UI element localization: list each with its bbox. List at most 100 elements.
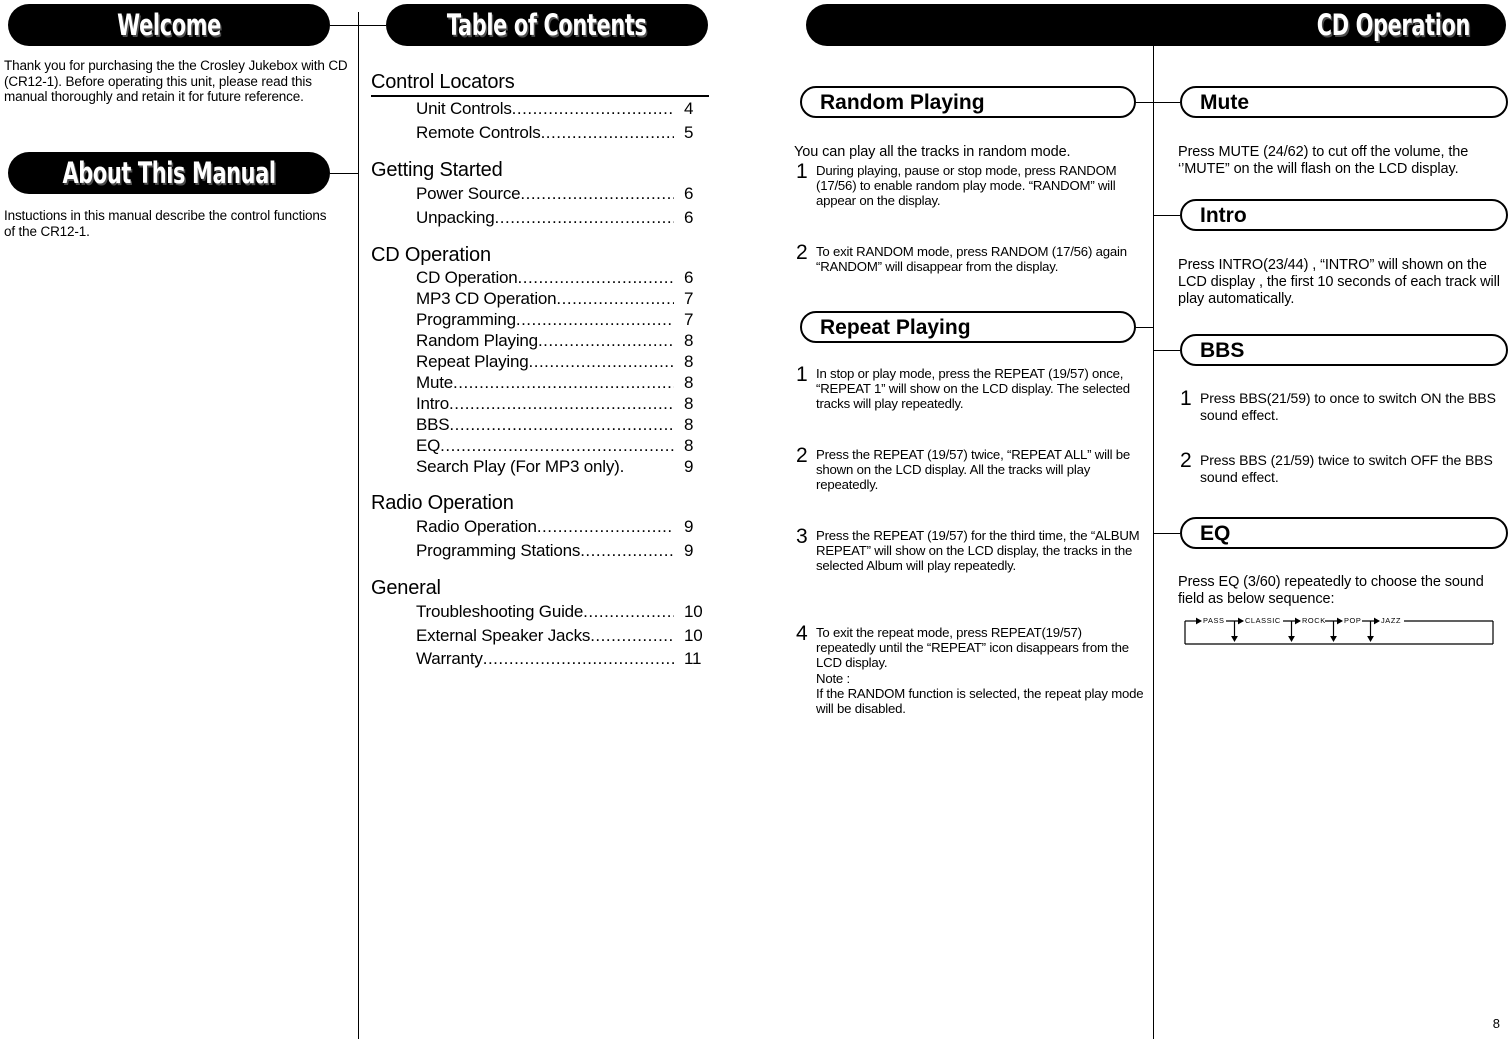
toc-group-heading: CD Operation: [371, 244, 491, 266]
toc-group: Radio Operation Radio Operation..........…: [371, 491, 711, 562]
toc-entry[interactable]: BBS.....................................…: [371, 414, 711, 435]
toc-entry-label: Troubleshooting Guide: [416, 602, 584, 621]
connector-mute: [1153, 102, 1180, 103]
section-header-bbs-text: BBS: [1200, 338, 1245, 362]
toc-entry-leader-dots: ........................................…: [494, 207, 674, 227]
toc-entry-label: Unit Controls: [416, 99, 512, 118]
toc-entry-label: CD Operation: [416, 268, 518, 287]
connector-welcome: [330, 25, 358, 26]
toc-entry-page-number: 9: [684, 457, 694, 476]
toc-entry-leader-dots: ........................................…: [511, 99, 674, 118]
toc-entry-label: Programming: [416, 310, 516, 329]
toc-entry-label: Power Source: [416, 184, 521, 203]
toc-entry[interactable]: Mute....................................…: [371, 372, 711, 393]
toc-entry-page-number: 4: [684, 99, 694, 118]
toc-entry-page-number: 9: [684, 540, 694, 560]
toc-entry[interactable]: Warranty................................…: [371, 647, 711, 671]
step-text: To exit the repeat mode, press REPEAT(19…: [816, 625, 1144, 717]
welcome-body: Thank you for purchasing the the Crosley…: [4, 58, 348, 104]
toc-group: General Troubleshooting Guide............…: [371, 576, 711, 671]
toc-entry[interactable]: Repeat Playing..........................…: [371, 351, 711, 372]
step-text: In stop or play mode, press the REPEAT (…: [816, 366, 1130, 412]
toc-entry-label: Intro: [416, 394, 450, 413]
banner-cd-operation-text: CD Operation: [1317, 7, 1471, 42]
toc-entry[interactable]: Unit Controls...........................…: [371, 97, 711, 121]
toc-entry[interactable]: External Speaker Jacks..................…: [371, 624, 711, 648]
toc-entry[interactable]: Intro...................................…: [371, 393, 711, 414]
toc-entry-page-number: 6: [684, 207, 694, 227]
toc-entry[interactable]: EQ......................................…: [371, 435, 711, 456]
repeat-playing-step-2: 2 Press the REPEAT (19/57) twice, “REPEA…: [796, 445, 1144, 493]
toc-entry-leader-dots: ........................................…: [536, 517, 674, 536]
arrow-head-icon: [1231, 636, 1238, 642]
toc-entry[interactable]: Radio Operation.........................…: [371, 515, 711, 539]
toc-entry-page-number: 8: [684, 415, 694, 434]
step-number: 1: [796, 160, 808, 183]
section-header-random-playing: Random Playing: [800, 86, 1136, 118]
eq-sequence-label: JAZZ: [1381, 616, 1401, 625]
toc-entry[interactable]: Unpacking...............................…: [371, 206, 711, 230]
banner-about-this-manual: About This Manual: [8, 152, 330, 194]
toc-entry-page-number: 9: [684, 517, 694, 536]
banner-table-of-contents-text: Table of Contents: [447, 7, 647, 42]
step-text: To exit RANDOM mode, press RANDOM (17/56…: [816, 244, 1127, 275]
toc-entry[interactable]: MP3 CD Operation........................…: [371, 288, 711, 309]
step-text: Press BBS (21/59) twice to switch OFF th…: [1200, 452, 1493, 485]
toc-entry-label: BBS: [416, 415, 450, 434]
toc-entry-page-number: 8: [684, 373, 694, 392]
arrow-head-icon: [1288, 636, 1295, 642]
column-divider-right: [1153, 12, 1154, 1039]
toc-entry-label: Remote Controls: [416, 122, 541, 142]
toc-entry-leader-dots: ........................................…: [520, 184, 674, 203]
step-number: 4: [796, 622, 808, 645]
about-this-manual-body: Instuctions in this manual describe the …: [4, 208, 327, 239]
section-header-mute: Mute: [1180, 86, 1508, 118]
banner-table-of-contents: Table of Contents: [386, 4, 708, 46]
toc-entry-label: Radio Operation: [416, 517, 537, 536]
step-number: 1: [796, 363, 808, 386]
repeat-playing-step-1: 1 In stop or play mode, press the REPEAT…: [796, 363, 1144, 412]
toc-entry-page-number: 10: [684, 625, 703, 645]
toc-entry-label: Repeat Playing: [416, 352, 529, 371]
bbs-step-1: 1 Press BBS(21/59) to once to switch ON …: [1180, 388, 1508, 423]
toc-entry-label: EQ: [416, 436, 441, 455]
toc-entry[interactable]: Programming Stations....................…: [371, 539, 711, 563]
toc-entry-page-number: 6: [684, 184, 694, 203]
toc-entry-page-number: 8: [684, 331, 694, 350]
toc-entry-leader-dots: ........................................…: [440, 436, 674, 455]
column-divider-left: [358, 12, 359, 1039]
connector-random-playing: [1136, 102, 1154, 103]
page-number: 8: [1492, 1016, 1500, 1031]
banner-about-this-manual-text: About This Manual: [62, 155, 276, 190]
arrow-head-icon: [1374, 617, 1380, 625]
toc-entry[interactable]: CD Operation............................…: [371, 267, 711, 288]
banner-welcome: Welcome: [8, 4, 330, 46]
repeat-playing-step-4: 4 To exit the repeat mode, press REPEAT(…: [796, 622, 1144, 717]
bbs-step-2: 2 Press BBS (21/59) twice to switch OFF …: [1180, 449, 1508, 485]
step-text: Press BBS(21/59) to once to switch ON th…: [1200, 390, 1496, 423]
section-header-random-playing-text: Random Playing: [820, 90, 985, 114]
step-text: Press the REPEAT (19/57) for the third t…: [816, 528, 1140, 574]
step-number: 2: [1180, 449, 1192, 472]
toc-group-heading: Getting Started: [371, 159, 503, 181]
step-number: 3: [796, 525, 808, 548]
connector-intro: [1153, 215, 1180, 216]
toc-entry[interactable]: Programming.............................…: [371, 309, 711, 330]
toc-entry-leader-dots: ........................................…: [449, 394, 674, 413]
toc-entry[interactable]: Troubleshooting Guide...................…: [371, 600, 711, 624]
toc-entry[interactable]: Remote Controls.........................…: [371, 121, 711, 145]
toc-entry-page-number: 8: [684, 436, 694, 455]
toc-entry[interactable]: Power Source............................…: [371, 182, 711, 206]
banner-cd-operation: CD Operation: [806, 4, 1506, 46]
toc-entry-leader-dots: ........................................…: [528, 352, 675, 371]
section-header-intro: Intro: [1180, 199, 1508, 231]
section-header-intro-text: Intro: [1200, 203, 1247, 227]
toc-group: Control Locators Unit Controls...........…: [371, 70, 711, 144]
connector-repeat-playing: [1136, 327, 1154, 328]
connector-about-this-manual: [330, 173, 358, 174]
connector-bbs: [1153, 350, 1180, 351]
toc-entry-label: Random Playing: [416, 331, 538, 350]
toc-entry[interactable]: Search Play (For MP3 only). 9: [371, 456, 711, 477]
toc-entry-page-number: 8: [684, 394, 694, 413]
toc-entry[interactable]: Random Playing..........................…: [371, 330, 711, 351]
